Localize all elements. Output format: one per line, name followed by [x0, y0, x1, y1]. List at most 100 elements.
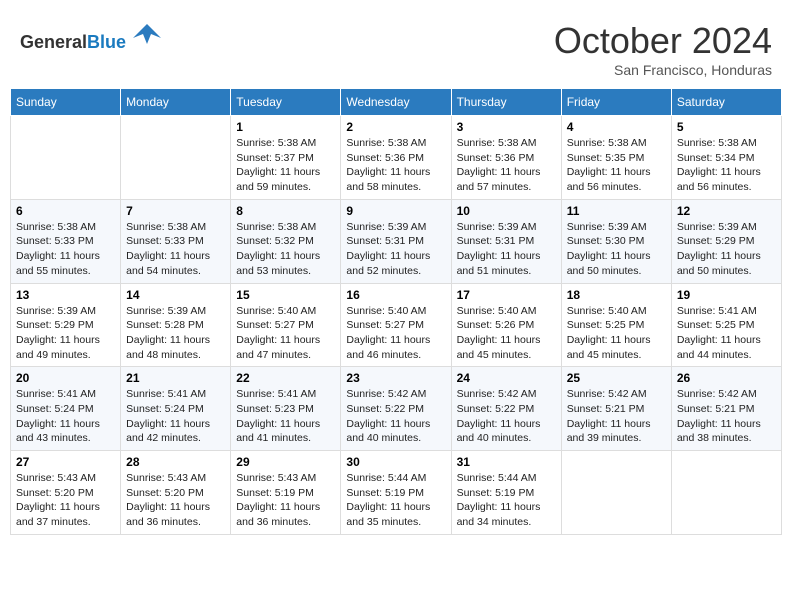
day-number: 12: [677, 204, 776, 218]
title-block: October 2024 San Francisco, Honduras: [554, 20, 772, 78]
day-number: 26: [677, 371, 776, 385]
day-number: 27: [16, 455, 115, 469]
day-number: 31: [457, 455, 556, 469]
day-number: 19: [677, 288, 776, 302]
calendar-cell: 13 Sunrise: 5:39 AM Sunset: 5:29 PM Dayli…: [11, 283, 121, 367]
calendar-cell: 24 Sunrise: 5:42 AM Sunset: 5:22 PM Dayli…: [451, 367, 561, 451]
logo-bird-icon: [133, 20, 161, 48]
cell-content: Sunrise: 5:41 AM Sunset: 5:24 PM Dayligh…: [126, 387, 225, 446]
day-number: 23: [346, 371, 445, 385]
calendar-cell: 26 Sunrise: 5:42 AM Sunset: 5:21 PM Dayli…: [671, 367, 781, 451]
day-number: 7: [126, 204, 225, 218]
cell-content: Sunrise: 5:39 AM Sunset: 5:31 PM Dayligh…: [457, 220, 556, 279]
cell-content: Sunrise: 5:38 AM Sunset: 5:36 PM Dayligh…: [346, 136, 445, 195]
day-number: 24: [457, 371, 556, 385]
day-number: 11: [567, 204, 666, 218]
day-number: 1: [236, 120, 335, 134]
cell-content: Sunrise: 5:39 AM Sunset: 5:30 PM Dayligh…: [567, 220, 666, 279]
calendar-cell: 15Sunrise: 5:40 AM Sunset: 5:27 PM Dayli…: [231, 283, 341, 367]
calendar-cell: 20Sunrise: 5:41 AM Sunset: 5:24 PM Dayli…: [11, 367, 121, 451]
calendar-week-row: 20 Sunrise: 5:41 AM Sunset: 5:24 PM Dayli…: [11, 367, 782, 451]
calendar-table: SundayMondayTuesdayWednesdayThursdayFrid…: [10, 88, 782, 535]
cell-content: Sunrise: 5:39 AM Sunset: 5:28 PM Dayligh…: [126, 304, 225, 363]
day-number: 9: [346, 204, 445, 218]
cell-content: Sunrise: 5:38 AM Sunset: 5:32 PM Dayligh…: [236, 220, 335, 279]
calendar-week-row: 27 Sunrise: 5:43 AM Sunset: 5:20 PM Dayli…: [11, 451, 782, 535]
logo-blue-text: Blue: [87, 32, 126, 52]
day-number: 22: [236, 371, 335, 385]
cell-content: Sunrise: 5:38 AM Sunset: 5:36 PM Dayligh…: [457, 136, 556, 195]
cell-content: Sunrise: 5:44 AM Sunset: 5:19 PM Dayligh…: [457, 471, 556, 530]
calendar-cell: 29 Sunrise: 5:43 AM Sunset: 5:19 PM Dayli…: [231, 451, 341, 535]
day-number: 21: [126, 371, 225, 385]
day-number: 3: [457, 120, 556, 134]
calendar-week-row: 13 Sunrise: 5:39 AM Sunset: 5:29 PM Dayli…: [11, 283, 782, 367]
calendar-cell: 4Sunrise: 5:38 AM Sunset: 5:35 PM Daylig…: [561, 116, 671, 200]
day-number: 15: [236, 288, 335, 302]
day-number: 25: [567, 371, 666, 385]
cell-content: Sunrise: 5:44 AM Sunset: 5:19 PM Dayligh…: [346, 471, 445, 530]
calendar-cell: 30 Sunrise: 5:44 AM Sunset: 5:19 PM Dayli…: [341, 451, 451, 535]
cell-content: Sunrise: 5:43 AM Sunset: 5:19 PM Dayligh…: [236, 471, 335, 530]
cell-content: Sunrise: 5:42 AM Sunset: 5:22 PM Dayligh…: [457, 387, 556, 446]
calendar-cell: 5 Sunrise: 5:38 AM Sunset: 5:34 PM Daylig…: [671, 116, 781, 200]
page-header: GeneralBlue October 2024 San Francisco, …: [10, 10, 782, 83]
weekday-header: Friday: [561, 89, 671, 116]
day-number: 8: [236, 204, 335, 218]
cell-content: Sunrise: 5:43 AM Sunset: 5:20 PM Dayligh…: [126, 471, 225, 530]
cell-content: Sunrise: 5:38 AM Sunset: 5:33 PM Dayligh…: [16, 220, 115, 279]
calendar-cell: 31 Sunrise: 5:44 AM Sunset: 5:19 PM Dayli…: [451, 451, 561, 535]
cell-content: Sunrise: 5:38 AM Sunset: 5:34 PM Dayligh…: [677, 136, 776, 195]
location-subtitle: San Francisco, Honduras: [554, 62, 772, 78]
day-number: 16: [346, 288, 445, 302]
logo: GeneralBlue: [20, 20, 161, 53]
calendar-cell: 3 Sunrise: 5:38 AM Sunset: 5:36 PM Daylig…: [451, 116, 561, 200]
weekday-header: Sunday: [11, 89, 121, 116]
cell-content: Sunrise: 5:42 AM Sunset: 5:21 PM Dayligh…: [567, 387, 666, 446]
cell-content: Sunrise: 5:43 AM Sunset: 5:20 PM Dayligh…: [16, 471, 115, 530]
calendar-cell: 11 Sunrise: 5:39 AM Sunset: 5:30 PM Dayli…: [561, 199, 671, 283]
calendar-cell: 16 Sunrise: 5:40 AM Sunset: 5:27 PM Dayli…: [341, 283, 451, 367]
calendar-cell: 18 Sunrise: 5:40 AM Sunset: 5:25 PM Dayli…: [561, 283, 671, 367]
cell-content: Sunrise: 5:41 AM Sunset: 5:23 PM Dayligh…: [236, 387, 335, 446]
calendar-week-row: 1 Sunrise: 5:38 AM Sunset: 5:37 PM Daylig…: [11, 116, 782, 200]
cell-content: Sunrise: 5:38 AM Sunset: 5:33 PM Dayligh…: [126, 220, 225, 279]
day-number: 20: [16, 371, 115, 385]
day-number: 5: [677, 120, 776, 134]
day-number: 17: [457, 288, 556, 302]
day-number: 14: [126, 288, 225, 302]
weekday-header: Monday: [121, 89, 231, 116]
calendar-cell: 28 Sunrise: 5:43 AM Sunset: 5:20 PM Dayli…: [121, 451, 231, 535]
calendar-cell: [671, 451, 781, 535]
weekday-header: Tuesday: [231, 89, 341, 116]
calendar-cell: 1 Sunrise: 5:38 AM Sunset: 5:37 PM Daylig…: [231, 116, 341, 200]
cell-content: Sunrise: 5:42 AM Sunset: 5:21 PM Dayligh…: [677, 387, 776, 446]
day-number: 30: [346, 455, 445, 469]
day-number: 4: [567, 120, 666, 134]
cell-content: Sunrise: 5:40 AM Sunset: 5:27 PM Dayligh…: [346, 304, 445, 363]
cell-content: Sunrise: 5:40 AM Sunset: 5:25 PM Dayligh…: [567, 304, 666, 363]
day-number: 28: [126, 455, 225, 469]
day-number: 29: [236, 455, 335, 469]
month-title: October 2024: [554, 20, 772, 62]
cell-content: Sunrise: 5:38 AM Sunset: 5:37 PM Dayligh…: [236, 136, 335, 195]
calendar-cell: 21 Sunrise: 5:41 AM Sunset: 5:24 PM Dayli…: [121, 367, 231, 451]
weekday-header: Thursday: [451, 89, 561, 116]
calendar-cell: 10 Sunrise: 5:39 AM Sunset: 5:31 PM Dayli…: [451, 199, 561, 283]
cell-content: Sunrise: 5:39 AM Sunset: 5:29 PM Dayligh…: [16, 304, 115, 363]
calendar-cell: 25 Sunrise: 5:42 AM Sunset: 5:21 PM Dayli…: [561, 367, 671, 451]
calendar-cell: 27 Sunrise: 5:43 AM Sunset: 5:20 PM Dayli…: [11, 451, 121, 535]
day-number: 13: [16, 288, 115, 302]
calendar-cell: [11, 116, 121, 200]
cell-content: Sunrise: 5:41 AM Sunset: 5:25 PM Dayligh…: [677, 304, 776, 363]
calendar-cell: [121, 116, 231, 200]
day-number: 18: [567, 288, 666, 302]
calendar-cell: 12Sunrise: 5:39 AM Sunset: 5:29 PM Dayli…: [671, 199, 781, 283]
calendar-cell: 8 Sunrise: 5:38 AM Sunset: 5:32 PM Daylig…: [231, 199, 341, 283]
calendar-cell: 19 Sunrise: 5:41 AM Sunset: 5:25 PM Dayli…: [671, 283, 781, 367]
logo-general-text: General: [20, 32, 87, 52]
cell-content: Sunrise: 5:42 AM Sunset: 5:22 PM Dayligh…: [346, 387, 445, 446]
calendar-cell: 17Sunrise: 5:40 AM Sunset: 5:26 PM Dayli…: [451, 283, 561, 367]
calendar-cell: 7 Sunrise: 5:38 AM Sunset: 5:33 PM Daylig…: [121, 199, 231, 283]
day-number: 10: [457, 204, 556, 218]
